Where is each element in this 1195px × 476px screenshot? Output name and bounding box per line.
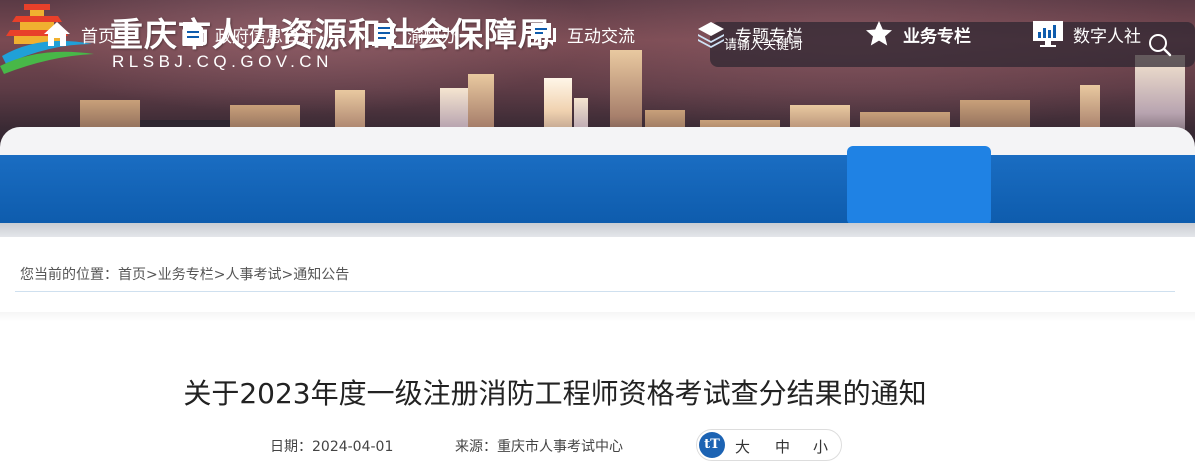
nav-active-highlight: [847, 146, 991, 225]
breadcrumb-exam[interactable]: 人事考试: [225, 267, 281, 283]
monitor-chart-icon: [1033, 21, 1063, 47]
home-icon: [44, 22, 70, 46]
document-icon: [183, 22, 203, 46]
article-title: 关于2023年度一级注册消防工程师资格考试查分结果的通知: [183, 377, 927, 410]
nav-label: 业务专栏: [903, 26, 971, 47]
book-icon: [372, 23, 396, 46]
source-value: 重庆市人事考试中心: [497, 439, 623, 455]
date-value: 2024-04-01: [312, 439, 394, 455]
breadcrumb-separator: >: [213, 267, 226, 283]
nav-label: 互动交流: [567, 26, 635, 47]
section-divider: [0, 312, 1195, 322]
main-nav: [0, 155, 1195, 223]
nav-item-digital[interactable]: 数字人社: [1032, 0, 1141, 68]
nav-label: 数字人社: [1073, 26, 1141, 47]
nav-item-topics[interactable]: 专题专栏: [696, 0, 803, 68]
nav-label: 渝快办: [407, 26, 458, 47]
font-size-icon: tT: [699, 432, 725, 458]
breadcrumb-home[interactable]: 首页: [118, 267, 146, 283]
font-size-control: tT 大 中 小: [696, 429, 842, 461]
source-label: 来源：: [455, 439, 497, 455]
font-medium-button[interactable]: 中: [775, 436, 790, 457]
breadcrumb-prefix: 您当前的位置：: [20, 267, 118, 283]
breadcrumb-separator: >: [281, 267, 294, 283]
article-source: 来源：重庆市人事考试中心: [455, 436, 623, 456]
nav-photo-strip: [0, 223, 1195, 237]
date-label: 日期：: [270, 439, 312, 455]
nav-item-business[interactable]: 业务专栏: [864, 0, 971, 68]
breadcrumb-separator: >: [146, 267, 158, 283]
site-title: 重庆市人力资源和社会保障局: [110, 15, 552, 54]
layers-icon: [698, 22, 724, 48]
nav-label: 专题专栏: [735, 26, 803, 47]
font-small-button[interactable]: 小: [813, 436, 828, 457]
font-large-button[interactable]: 大: [735, 436, 750, 457]
star-icon: [866, 21, 892, 46]
breadcrumb-divider: [15, 291, 1175, 292]
nav-item-gov-info[interactable]: 政府信息公开: [180, 0, 317, 68]
breadcrumb-notice[interactable]: 通知公告: [293, 267, 349, 283]
breadcrumb: 您当前的位置：首页>业务专栏>人事考试>通知公告: [20, 264, 349, 284]
nav-item-interaction[interactable]: 互动交流: [528, 0, 635, 68]
nav-label: 首页: [81, 26, 115, 47]
chat-icon: [531, 23, 556, 46]
search-icon[interactable]: [1147, 32, 1173, 58]
nav-item-yukuaiban[interactable]: 渝快办: [370, 0, 458, 68]
nav-label: 政府信息公开: [215, 26, 317, 47]
article-date: 日期：2024-04-01: [270, 436, 393, 456]
breadcrumb-business[interactable]: 业务专栏: [158, 267, 214, 283]
nav-item-home[interactable]: 首页: [42, 0, 115, 68]
